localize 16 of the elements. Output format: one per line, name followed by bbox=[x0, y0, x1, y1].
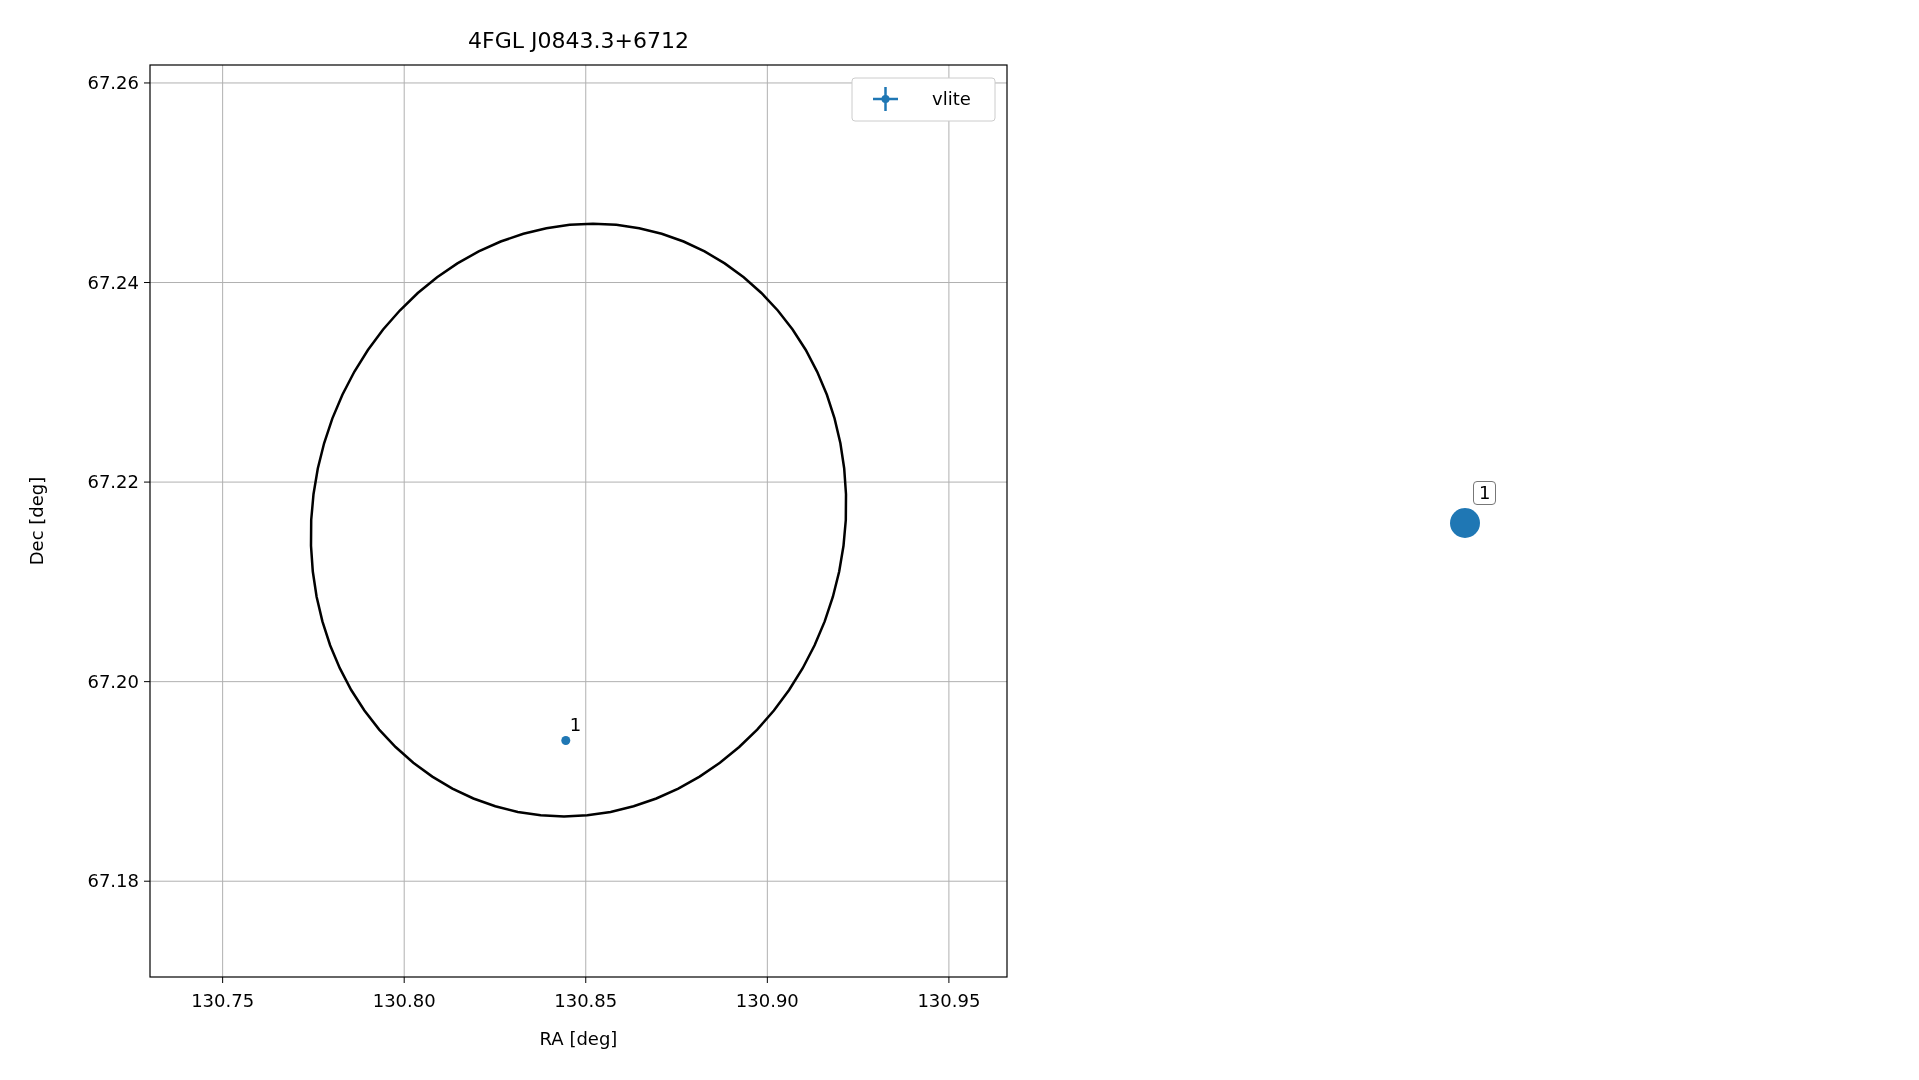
x-tick-label: 130.90 bbox=[735, 990, 799, 1011]
x-axis-label: RA [deg] bbox=[539, 1028, 618, 1049]
y-tick-label: 67.18 bbox=[87, 870, 139, 892]
y-tick-label: 67.26 bbox=[87, 71, 139, 93]
x-tick-label: 130.75 bbox=[191, 990, 255, 1011]
chart-title: 4FGL J0843.3+6712 bbox=[468, 28, 689, 53]
marker-label: 1 bbox=[1473, 481, 1497, 505]
x-tick-label: 130.80 bbox=[372, 990, 436, 1011]
y-axis-label: Dec [deg] bbox=[26, 476, 47, 566]
y-tick-label: 67.24 bbox=[87, 271, 139, 293]
point-label: 1 bbox=[569, 713, 582, 735]
x-tick-label: 130.85 bbox=[554, 990, 618, 1011]
legend-label: vlite bbox=[932, 88, 971, 109]
y-tick-label: 67.22 bbox=[87, 471, 139, 493]
x-tick-label: 130.95 bbox=[917, 990, 981, 1011]
y-tick-label: 67.20 bbox=[87, 670, 139, 692]
